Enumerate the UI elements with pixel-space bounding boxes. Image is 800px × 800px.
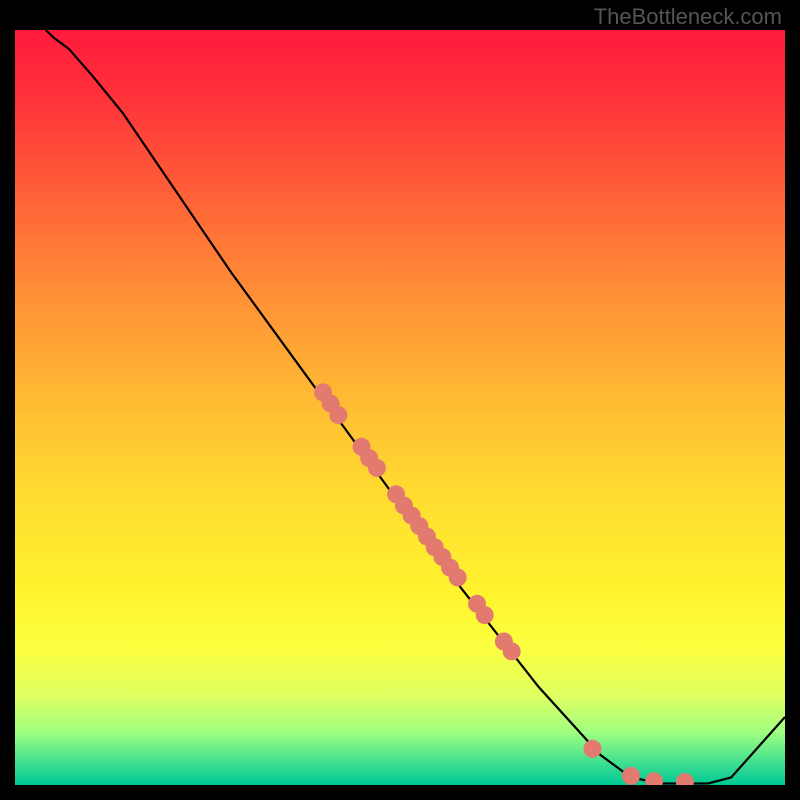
chart-point — [476, 606, 494, 624]
chart-points — [314, 383, 694, 785]
chart-svg — [15, 30, 785, 785]
chart-point — [503, 642, 521, 660]
chart-point — [368, 459, 386, 477]
chart-point — [329, 406, 347, 424]
watermark-text: TheBottleneck.com — [594, 4, 782, 30]
chart-point — [584, 740, 602, 758]
chart-point — [676, 773, 694, 785]
chart-point — [622, 767, 640, 785]
chart-point — [645, 772, 663, 785]
chart-point — [449, 568, 467, 586]
chart-curve — [46, 30, 785, 784]
chart-plot-area — [15, 30, 785, 785]
